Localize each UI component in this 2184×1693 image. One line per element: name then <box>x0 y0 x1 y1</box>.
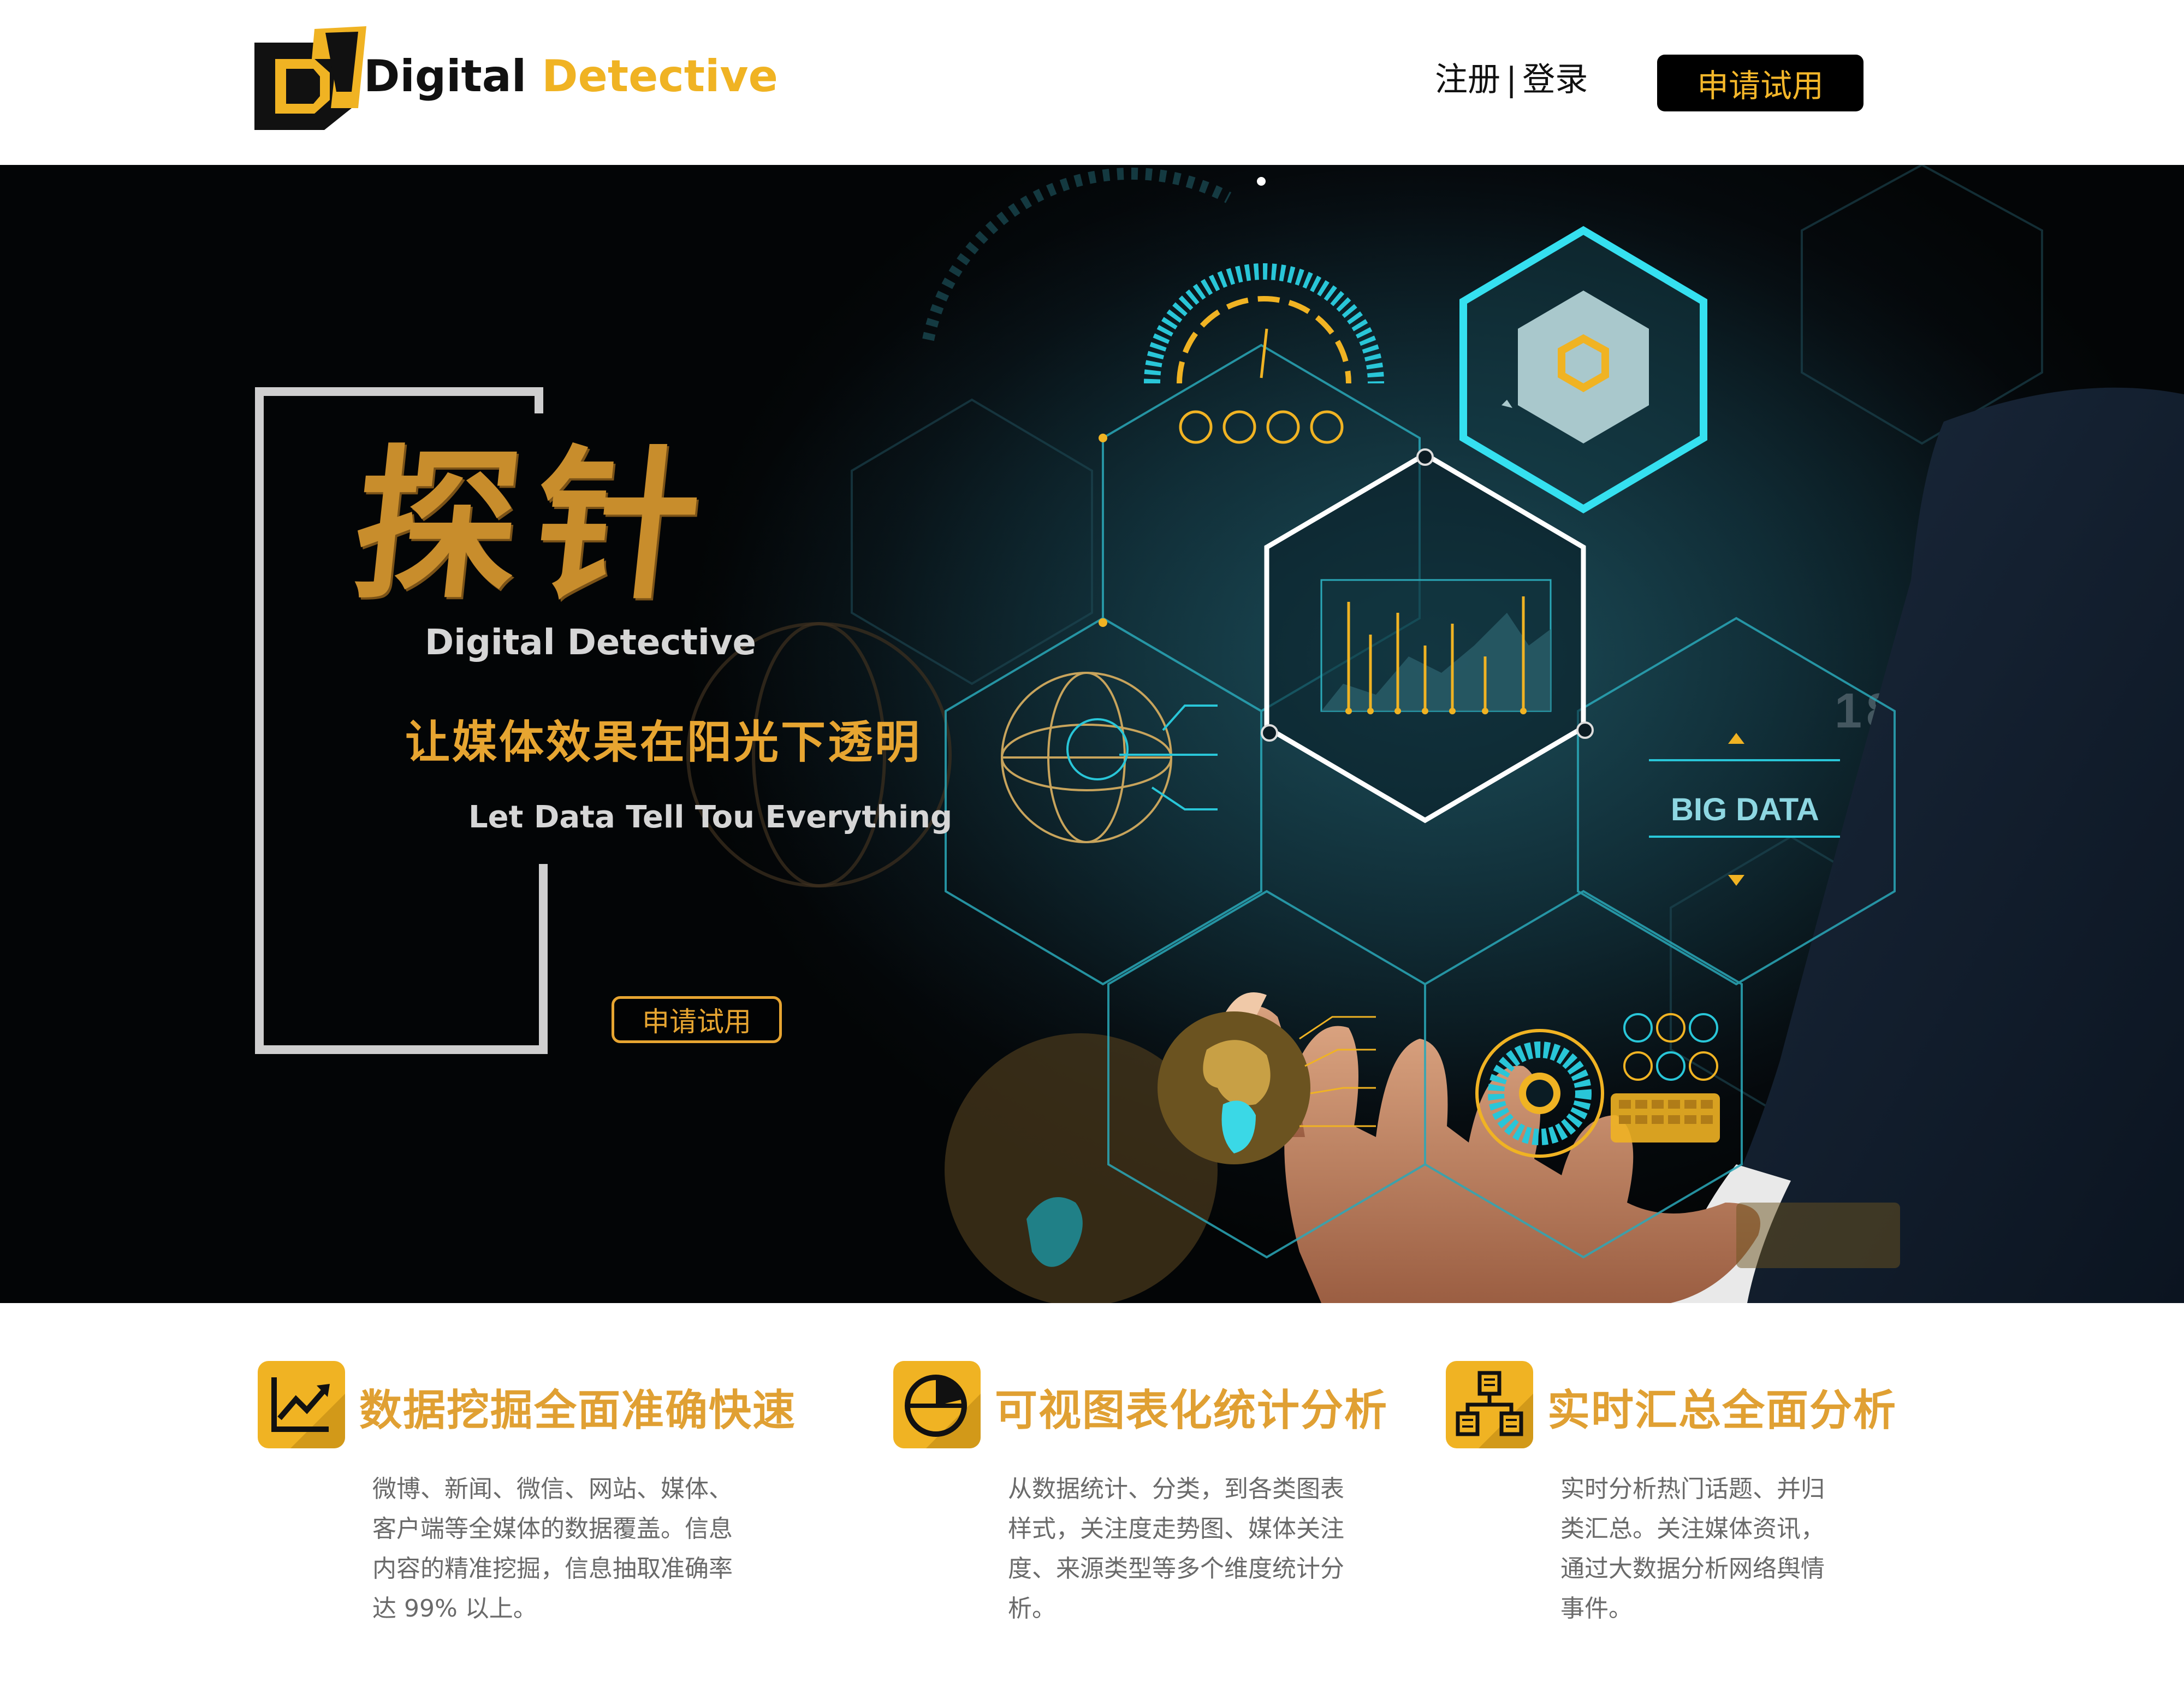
feature-desc-line: 从数据统计、分类，到各类图表 <box>1008 1475 1344 1503</box>
hero-slogan: 让媒体效果在阳光下透明 <box>405 717 922 768</box>
hierarchy-icon <box>1446 1361 1533 1448</box>
feature-desc-line: 析。 <box>1008 1595 1056 1623</box>
feature-desc-line: 实时分析热门话题、并归 <box>1560 1475 1825 1503</box>
feature-desc-line: 内容的精准挖掘，信息抽取准确率 <box>372 1555 733 1583</box>
feature-description: 实时分析热门话题、并归 类汇总。关注媒体资讯， 通过大数据分析网络舆情 事件。 <box>1560 1469 1921 1629</box>
features-section: 数据挖掘全面准确快速 微博、新闻、微信、网站、媒体、 客户端等全媒体的数据覆盖。… <box>0 1303 2184 1693</box>
hero-banner: 180 PTS <box>0 165 2184 1303</box>
feature-title: 可视图表化统计分析 <box>995 1386 1388 1435</box>
brand-logo-mark <box>254 26 366 130</box>
feature-title: 数据挖掘全面准确快速 <box>359 1386 797 1435</box>
login-link[interactable]: 登录 <box>1522 61 1588 99</box>
feature-description: 微博、新闻、微信、网站、媒体、 客户端等全媒体的数据覆盖。信息 内容的精准挖掘，… <box>372 1469 733 1629</box>
hero-tagline: Let Data Tell Tou Everything <box>468 800 953 835</box>
feature-description: 从数据统计、分类，到各类图表 样式，关注度走势图、媒体关注 度、来源类型等多个维… <box>1008 1469 1368 1629</box>
brand-word-digital: Digital <box>364 51 527 102</box>
brand-word-detective: Detective <box>542 51 778 102</box>
line-chart-icon <box>258 1361 345 1448</box>
brand-name: Digital Detective <box>364 55 778 98</box>
hero-apply-button[interactable]: 申请试用 <box>612 996 782 1043</box>
register-link[interactable]: 注册 <box>1435 61 1500 99</box>
brand-logo[interactable]: Digital Detective <box>254 26 778 135</box>
feature-desc-line: 类汇总。关注媒体资讯， <box>1560 1515 1825 1543</box>
feature-desc-line: 度、来源类型等多个维度统计分 <box>1008 1555 1344 1583</box>
auth-separator: | <box>1506 61 1517 99</box>
feature-desc-line: 微博、新闻、微信、网站、媒体、 <box>372 1475 733 1503</box>
header-apply-button[interactable]: 申请试用 <box>1657 55 1863 111</box>
auth-links: 注册 | 登录 <box>1435 63 1588 96</box>
feature-desc-line: 通过大数据分析网络舆情 <box>1560 1555 1825 1583</box>
feature-desc-line: 达 99% 以上。 <box>372 1595 537 1623</box>
hero-calligraphy-title: 探针 <box>345 429 726 621</box>
feature-title: 实时汇总全面分析 <box>1547 1386 1897 1435</box>
hero-text-frame <box>255 387 548 1054</box>
feature-desc-line: 客户端等全媒体的数据覆盖。信息 <box>372 1515 733 1543</box>
pie-chart-icon <box>893 1361 981 1448</box>
top-header: Digital Detective 注册 | 登录 申请试用 <box>0 0 2184 165</box>
feature-desc-line: 事件。 <box>1560 1595 1633 1623</box>
feature-desc-line: 样式，关注度走势图、媒体关注 <box>1008 1515 1344 1543</box>
hero-subtitle: Digital Detective <box>425 623 756 663</box>
